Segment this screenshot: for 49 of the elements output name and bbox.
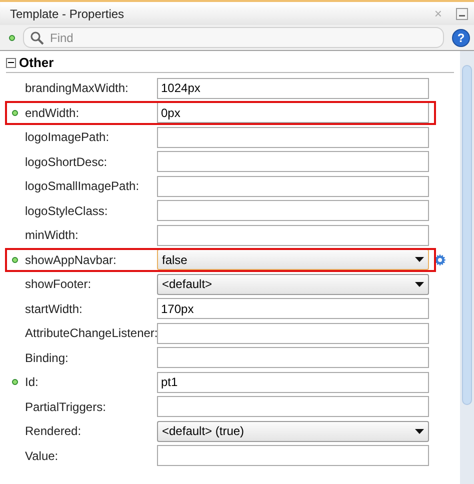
search-field[interactable]: Find: [50, 28, 437, 46]
property-label: showAppNavbar:: [25, 252, 118, 269]
text-field[interactable]: [157, 322, 429, 344]
property-label: logoShortDesc:: [25, 154, 108, 171]
dropdown-arrow-icon: [415, 257, 424, 262]
text-field[interactable]: [157, 176, 429, 197]
property-label: Value:: [25, 448, 60, 465]
property-label: logoSmallImagePath:: [25, 178, 140, 196]
property-label: PartialTriggers:: [25, 398, 107, 416]
scrollbar-thumb[interactable]: [462, 65, 472, 405]
property-label: Binding:: [25, 350, 70, 367]
property-label: logoStyleClass:: [25, 202, 109, 220]
property-label: minWidth:: [25, 227, 80, 244]
text-field[interactable]: [157, 126, 429, 148]
property-label: Id:: [25, 374, 40, 392]
text-field[interactable]: [157, 151, 429, 172]
window-title: Template - Properties: [10, 6, 126, 22]
minimize-icon[interactable]: [456, 8, 468, 20]
search-box[interactable]: Find: [23, 27, 444, 48]
text-field[interactable]: [157, 396, 429, 418]
property-label: startWidth:: [25, 300, 84, 318]
dropdown-arrow-icon: [415, 282, 424, 287]
dropdown-value: false: [162, 252, 188, 269]
dropdown[interactable]: <default> (true): [157, 420, 429, 442]
property-label: AttributeChangeListener:: [25, 325, 157, 342]
property-label: logoImagePath:: [25, 129, 110, 146]
property-label: brandingMaxWidth:: [25, 80, 130, 98]
property-label: Rendered:: [25, 423, 82, 440]
search-icon: [30, 30, 44, 44]
scrollbar[interactable]: [460, 51, 474, 484]
gear-icon[interactable]: [434, 254, 446, 266]
dropdown-value: <default>: [162, 276, 212, 294]
collapse-toggle[interactable]: [6, 58, 16, 68]
text-field[interactable]: [157, 200, 429, 222]
property-label: showFooter:: [25, 276, 92, 294]
text-field[interactable]: 0px: [157, 102, 429, 124]
help-button[interactable]: ?: [452, 28, 470, 46]
section-title: Other: [19, 54, 54, 72]
dropdown[interactable]: <default>: [157, 274, 429, 295]
dropdown-value: <default> (true): [162, 423, 244, 440]
text-field[interactable]: 170px: [157, 298, 429, 320]
dropdown[interactable]: false: [157, 249, 429, 270]
dropdown-arrow-icon: [415, 428, 424, 434]
property-label: endWidth:: [25, 104, 80, 122]
text-field[interactable]: pt1: [157, 372, 429, 393]
text-field[interactable]: [157, 445, 429, 466]
text-field[interactable]: 1024px: [157, 78, 429, 99]
text-field[interactable]: [157, 224, 429, 246]
text-field[interactable]: [157, 347, 429, 368]
